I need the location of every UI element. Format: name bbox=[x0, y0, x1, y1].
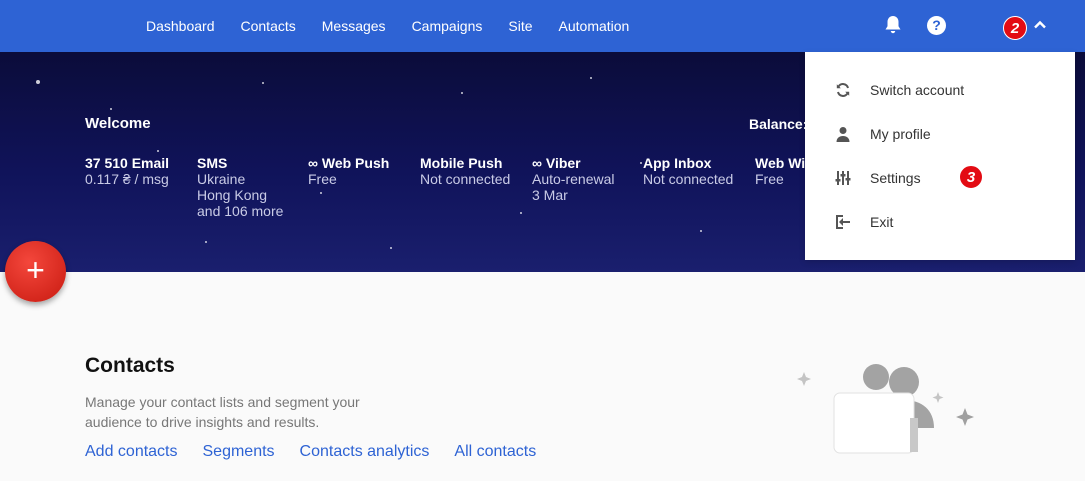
channel-title: App Inbox bbox=[643, 155, 712, 171]
channel-sms[interactable]: SMS Ukraine Hong Kong and 106 more bbox=[197, 155, 283, 219]
menu-item-label: Switch account bbox=[870, 82, 965, 98]
menu-item-exit[interactable]: Exit bbox=[835, 210, 893, 234]
sliders-icon bbox=[835, 171, 851, 185]
section-description: Manage your contact lists and segment yo… bbox=[85, 394, 360, 430]
nav-dashboard[interactable]: Dashboard bbox=[146, 18, 215, 34]
channel-viber[interactable]: ∞ Viber Auto-renewal 3 Mar bbox=[532, 155, 615, 203]
welcome-heading: Welcome bbox=[85, 115, 151, 132]
person-icon bbox=[836, 127, 850, 142]
step-badge: 2 bbox=[1003, 16, 1027, 40]
nav-site[interactable]: Site bbox=[508, 18, 532, 34]
channel-status: Hong Kong bbox=[197, 187, 268, 203]
balance-label: Balance: bbox=[749, 116, 808, 132]
segments-link[interactable]: Segments bbox=[203, 443, 275, 461]
help-icon[interactable]: ? bbox=[927, 16, 946, 35]
channel-title: 37 510 Email bbox=[85, 155, 170, 171]
channel-status: Not connected bbox=[643, 171, 734, 187]
exit-icon bbox=[836, 215, 850, 229]
menu-item-my-profile[interactable]: My profile bbox=[835, 122, 931, 146]
menu-item-settings[interactable]: Settings 3 bbox=[835, 165, 983, 190]
chevron-up-icon[interactable] bbox=[1033, 18, 1047, 32]
channel-status: Free bbox=[308, 171, 337, 187]
create-button[interactable]: + bbox=[5, 241, 66, 302]
contacts-analytics-link[interactable]: Contacts analytics bbox=[300, 443, 430, 461]
channel-title: SMS bbox=[197, 155, 228, 171]
menu-item-label: Exit bbox=[870, 214, 894, 230]
menu-item-label: Settings bbox=[870, 170, 921, 186]
main-nav: Dashboard Contacts Messages Campaigns Si… bbox=[146, 0, 655, 52]
add-contacts-link[interactable]: Add contacts bbox=[85, 443, 178, 461]
channel-status: Ukraine bbox=[197, 171, 246, 187]
step-badge: 3 bbox=[959, 165, 983, 189]
channel-title: ∞ Web Push bbox=[308, 155, 390, 171]
channel-email[interactable]: 37 510 Email 0.117 ₴ / msg bbox=[85, 155, 169, 187]
channel-status: Not connected bbox=[420, 171, 511, 187]
bell-icon[interactable] bbox=[884, 15, 902, 35]
channel-web-push[interactable]: ∞ Web Push Free bbox=[308, 155, 389, 187]
contacts-illustration bbox=[797, 364, 974, 454]
menu-item-label: My profile bbox=[870, 126, 931, 142]
switch-icon bbox=[836, 83, 850, 97]
channel-title: Mobile Push bbox=[420, 155, 503, 171]
channel-status: 0.117 ₴ / msg bbox=[85, 171, 169, 187]
nav-messages[interactable]: Messages bbox=[322, 18, 386, 34]
channel-status: and 106 more bbox=[197, 203, 284, 219]
top-navigation-bar: Dashboard Contacts Messages Campaigns Si… bbox=[0, 0, 1085, 52]
nav-campaigns[interactable]: Campaigns bbox=[412, 18, 483, 34]
channel-app-inbox[interactable]: App Inbox Not connected bbox=[643, 155, 733, 187]
channel-status: 3 Mar bbox=[532, 187, 568, 203]
section-title: Contacts bbox=[85, 354, 175, 377]
nav-automation[interactable]: Automation bbox=[559, 18, 630, 34]
channel-title: ∞ Viber bbox=[532, 155, 581, 171]
channel-status: Auto-renewal bbox=[532, 171, 615, 187]
all-contacts-link[interactable]: All contacts bbox=[454, 443, 536, 461]
nav-contacts[interactable]: Contacts bbox=[241, 18, 296, 34]
menu-item-switch-account[interactable]: Switch account bbox=[835, 78, 964, 102]
channel-mobile-push[interactable]: Mobile Push Not connected bbox=[420, 155, 510, 187]
account-dropdown-menu: Switch account My profile Settings 3 Exi… bbox=[805, 52, 1075, 260]
contacts-links: Add contacts Segments Contacts analytics… bbox=[85, 443, 561, 461]
